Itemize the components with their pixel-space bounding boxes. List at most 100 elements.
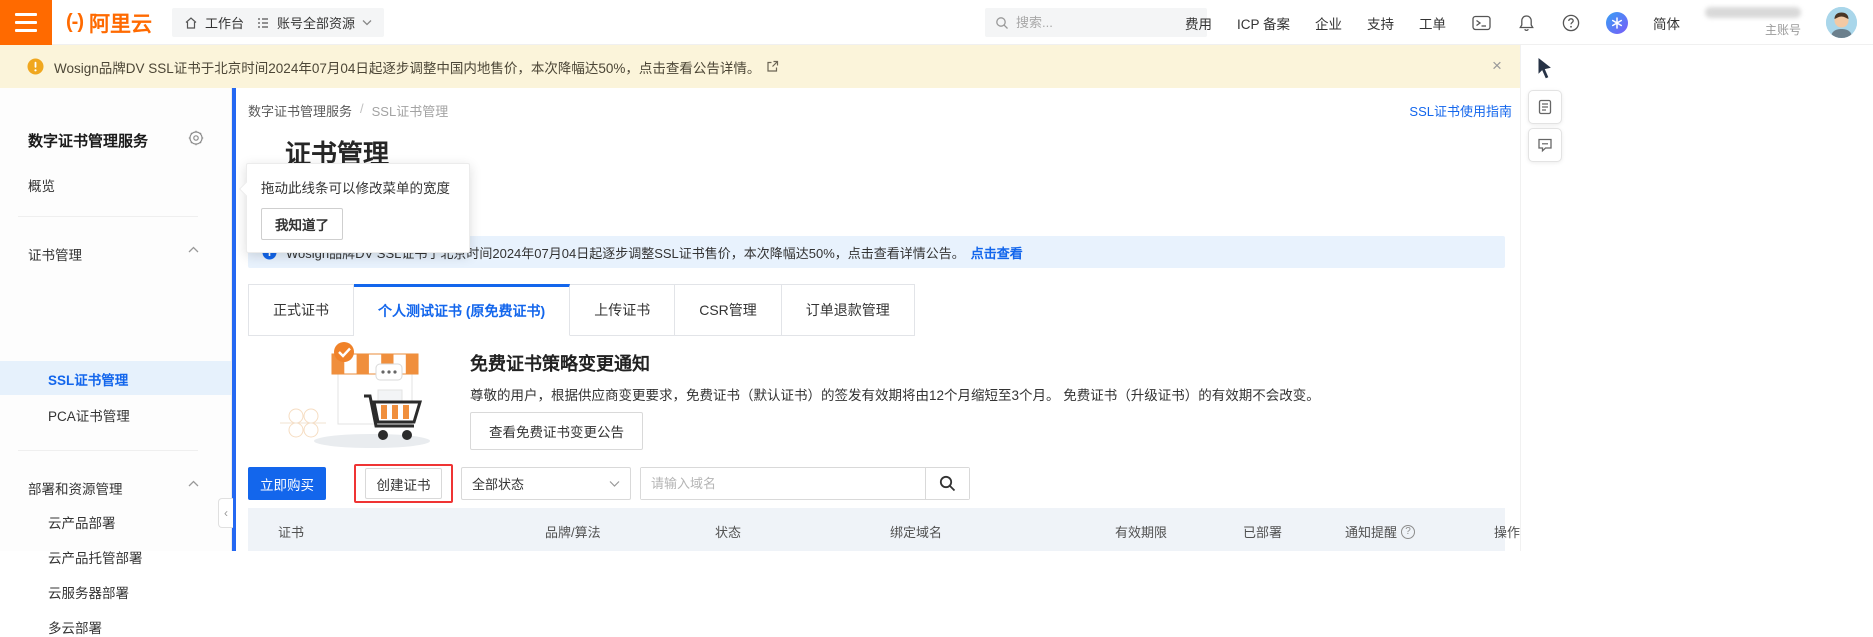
domain-search-button[interactable] bbox=[925, 468, 969, 499]
nav-link-tickets[interactable]: 工单 bbox=[1419, 13, 1446, 33]
sidebar: 数字证书管理服务 概览 证书管理 SSL证书管理 PCA证书管理 部署和资源管理… bbox=[0, 88, 232, 551]
external-link-icon[interactable] bbox=[766, 60, 779, 73]
question-circle-icon[interactable]: ? bbox=[1401, 525, 1415, 539]
hamburger-menu-button[interactable] bbox=[0, 0, 52, 45]
column-status[interactable]: 状态 bbox=[715, 522, 741, 541]
home-icon bbox=[184, 16, 198, 30]
sidebar-group-deployment[interactable]: 部署和资源管理 bbox=[28, 478, 123, 498]
promo-banner-text: Wosign品牌DV SSL证书于北京时间2024年07月04日起逐步调整中国内… bbox=[54, 57, 760, 77]
column-actions[interactable]: 操作 bbox=[1494, 522, 1520, 541]
breadcrumb-separator: / bbox=[360, 101, 364, 120]
breadcrumb: 数字证书管理服务 / SSL证书管理 bbox=[248, 101, 448, 120]
feedback-icon bbox=[1537, 137, 1553, 153]
global-search-input[interactable] bbox=[1016, 15, 1186, 30]
free-cert-notice-title: 免费证书策略变更通知 bbox=[470, 350, 650, 376]
global-search[interactable] bbox=[985, 8, 1207, 37]
aliyun-logo[interactable]: (-) 阿里云 bbox=[66, 0, 152, 45]
status-filter-select[interactable]: 全部状态 bbox=[461, 467, 631, 500]
workbench-label: 工作台 bbox=[205, 13, 244, 32]
sidebar-item-cloud-product-deploy[interactable]: 云产品部署 bbox=[48, 512, 116, 532]
search-icon bbox=[995, 16, 1009, 30]
breadcrumb-root[interactable]: 数字证书管理服务 bbox=[248, 101, 352, 120]
column-notify: 通知提醒 ? bbox=[1345, 522, 1415, 541]
ssl-guide-link[interactable]: SSL证书使用指南 bbox=[1409, 101, 1512, 120]
status-filter-value: 全部状态 bbox=[472, 474, 524, 493]
sidebar-item-hosted-deploy[interactable]: 云产品托管部署 bbox=[48, 547, 143, 567]
nav-link-support[interactable]: 支持 bbox=[1367, 13, 1394, 33]
aliyun-logo-icon: (-) bbox=[66, 11, 83, 34]
tab-csr-management[interactable]: CSR管理 bbox=[675, 284, 782, 336]
column-validity[interactable]: 有效期限 bbox=[1115, 522, 1167, 541]
sidebar-divider bbox=[18, 450, 198, 451]
account-type-label: 主账号 bbox=[1765, 21, 1801, 38]
tab-personal-test-certs[interactable]: 个人测试证书 (原免费证书) bbox=[354, 284, 570, 336]
resource-list-icon bbox=[256, 16, 270, 30]
cloud-shell-icon[interactable] bbox=[1471, 13, 1491, 33]
buy-now-button[interactable]: 立即购买 bbox=[248, 467, 326, 500]
view-free-cert-announcement-button[interactable]: 查看免费证书变更公告 bbox=[470, 412, 643, 450]
sidebar-item-ecs-deploy[interactable]: 云服务器部署 bbox=[48, 582, 129, 602]
avatar[interactable] bbox=[1826, 7, 1857, 38]
notifications-bell-icon[interactable] bbox=[1516, 13, 1536, 33]
tooltip-confirm-button[interactable]: 我知道了 bbox=[261, 208, 343, 240]
tab-order-refund[interactable]: 订单退款管理 bbox=[782, 284, 915, 336]
tooltip-text: 拖动此线条可以修改菜单的宽度 bbox=[261, 177, 455, 197]
account-name-redacted bbox=[1705, 7, 1801, 18]
sidebar-item-label: SSL证书管理 bbox=[48, 369, 128, 389]
tab-upload-certs[interactable]: 上传证书 bbox=[570, 284, 675, 336]
floating-widget-feedback[interactable] bbox=[1528, 128, 1562, 162]
shop-cart-illustration bbox=[280, 338, 458, 454]
cert-table-header: 证书 品牌/算法 状态 绑定域名 有效期限 已部署 通知提醒 ? 操作 bbox=[248, 508, 1505, 551]
document-icon bbox=[1537, 99, 1553, 115]
cert-tabs: 正式证书 个人测试证书 (原免费证书) 上传证书 CSR管理 订单退款管理 bbox=[248, 284, 915, 336]
warning-icon bbox=[27, 58, 44, 75]
sidebar-group-cert-management[interactable]: 证书管理 bbox=[28, 244, 82, 264]
chevron-down-icon bbox=[609, 480, 620, 488]
domain-search-group bbox=[640, 467, 970, 500]
chevron-up-icon[interactable] bbox=[188, 246, 199, 254]
sidebar-title: 数字证书管理服务 bbox=[28, 130, 148, 151]
breadcrumb-current: SSL证书管理 bbox=[372, 101, 449, 120]
sidebar-collapse-button[interactable]: ‹ bbox=[218, 498, 233, 528]
domain-search-input[interactable] bbox=[641, 468, 925, 499]
language-switch[interactable]: 简体 bbox=[1653, 13, 1680, 33]
aliyun-logo-text: 阿里云 bbox=[89, 8, 152, 38]
banner-close-icon[interactable]: × bbox=[1488, 56, 1506, 76]
gear-icon[interactable] bbox=[188, 130, 204, 146]
notice-view-link[interactable]: 点击查看 bbox=[971, 243, 1023, 262]
column-notify-label[interactable]: 通知提醒 bbox=[1345, 522, 1397, 541]
column-brand-algorithm[interactable]: 品牌/算法 bbox=[545, 522, 601, 541]
sidebar-item-multicloud-deploy[interactable]: 多云部署 bbox=[48, 617, 102, 637]
check-badge bbox=[334, 342, 354, 362]
create-cert-button[interactable]: 创建证书 bbox=[365, 468, 442, 499]
free-cert-notice-body: 尊敬的用户，根据供应商变更要求，免费证书（默认证书）的签发有效期将由12个月缩短… bbox=[470, 384, 1470, 404]
chevron-down-icon bbox=[362, 19, 372, 26]
top-navbar: (-) 阿里云 工作台 账号全部资源 费用 ICP 备案 企业 支持 工单 bbox=[0, 0, 1873, 45]
pointer-widget[interactable] bbox=[1534, 56, 1556, 82]
sidebar-item-pca-cert-management[interactable]: PCA证书管理 bbox=[48, 405, 130, 425]
promo-banner: Wosign品牌DV SSL证书于北京时间2024年07月04日起逐步调整中国内… bbox=[0, 45, 1520, 88]
nav-link-billing[interactable]: 费用 bbox=[1185, 13, 1212, 33]
content-right-divider bbox=[1520, 45, 1521, 551]
main-content: 数字证书管理服务 / SSL证书管理 SSL证书使用指南 证书管理 Wosign… bbox=[236, 88, 1520, 551]
nav-link-icp[interactable]: ICP 备案 bbox=[1237, 13, 1290, 33]
sidebar-item-ssl-cert-management[interactable]: SSL证书管理 bbox=[0, 361, 231, 395]
sidebar-resize-handle[interactable] bbox=[232, 88, 236, 551]
column-bound-domain[interactable]: 绑定域名 bbox=[890, 522, 942, 541]
resize-tooltip: 拖动此线条可以修改菜单的宽度 我知道了 bbox=[246, 163, 470, 253]
speech-dots bbox=[376, 364, 402, 380]
chevron-up-icon[interactable] bbox=[188, 480, 199, 488]
account-menu[interactable]: 主账号 bbox=[1705, 7, 1801, 38]
floating-widget-docs[interactable] bbox=[1528, 90, 1562, 124]
nav-link-enterprise[interactable]: 企业 bbox=[1315, 13, 1342, 33]
account-resources-dropdown[interactable]: 账号全部资源 bbox=[244, 8, 384, 37]
sidebar-item-overview[interactable]: 概览 bbox=[28, 175, 55, 195]
tab-official-certs[interactable]: 正式证书 bbox=[248, 284, 354, 336]
tongyi-assistant-icon[interactable] bbox=[1606, 12, 1628, 34]
sidebar-divider bbox=[18, 216, 198, 217]
column-cert[interactable]: 证书 bbox=[278, 522, 304, 541]
column-deployed[interactable]: 已部署 bbox=[1243, 522, 1282, 541]
help-icon[interactable] bbox=[1561, 13, 1581, 33]
tooltip-arrow bbox=[239, 182, 253, 196]
chevron-left-icon: ‹ bbox=[224, 506, 228, 520]
